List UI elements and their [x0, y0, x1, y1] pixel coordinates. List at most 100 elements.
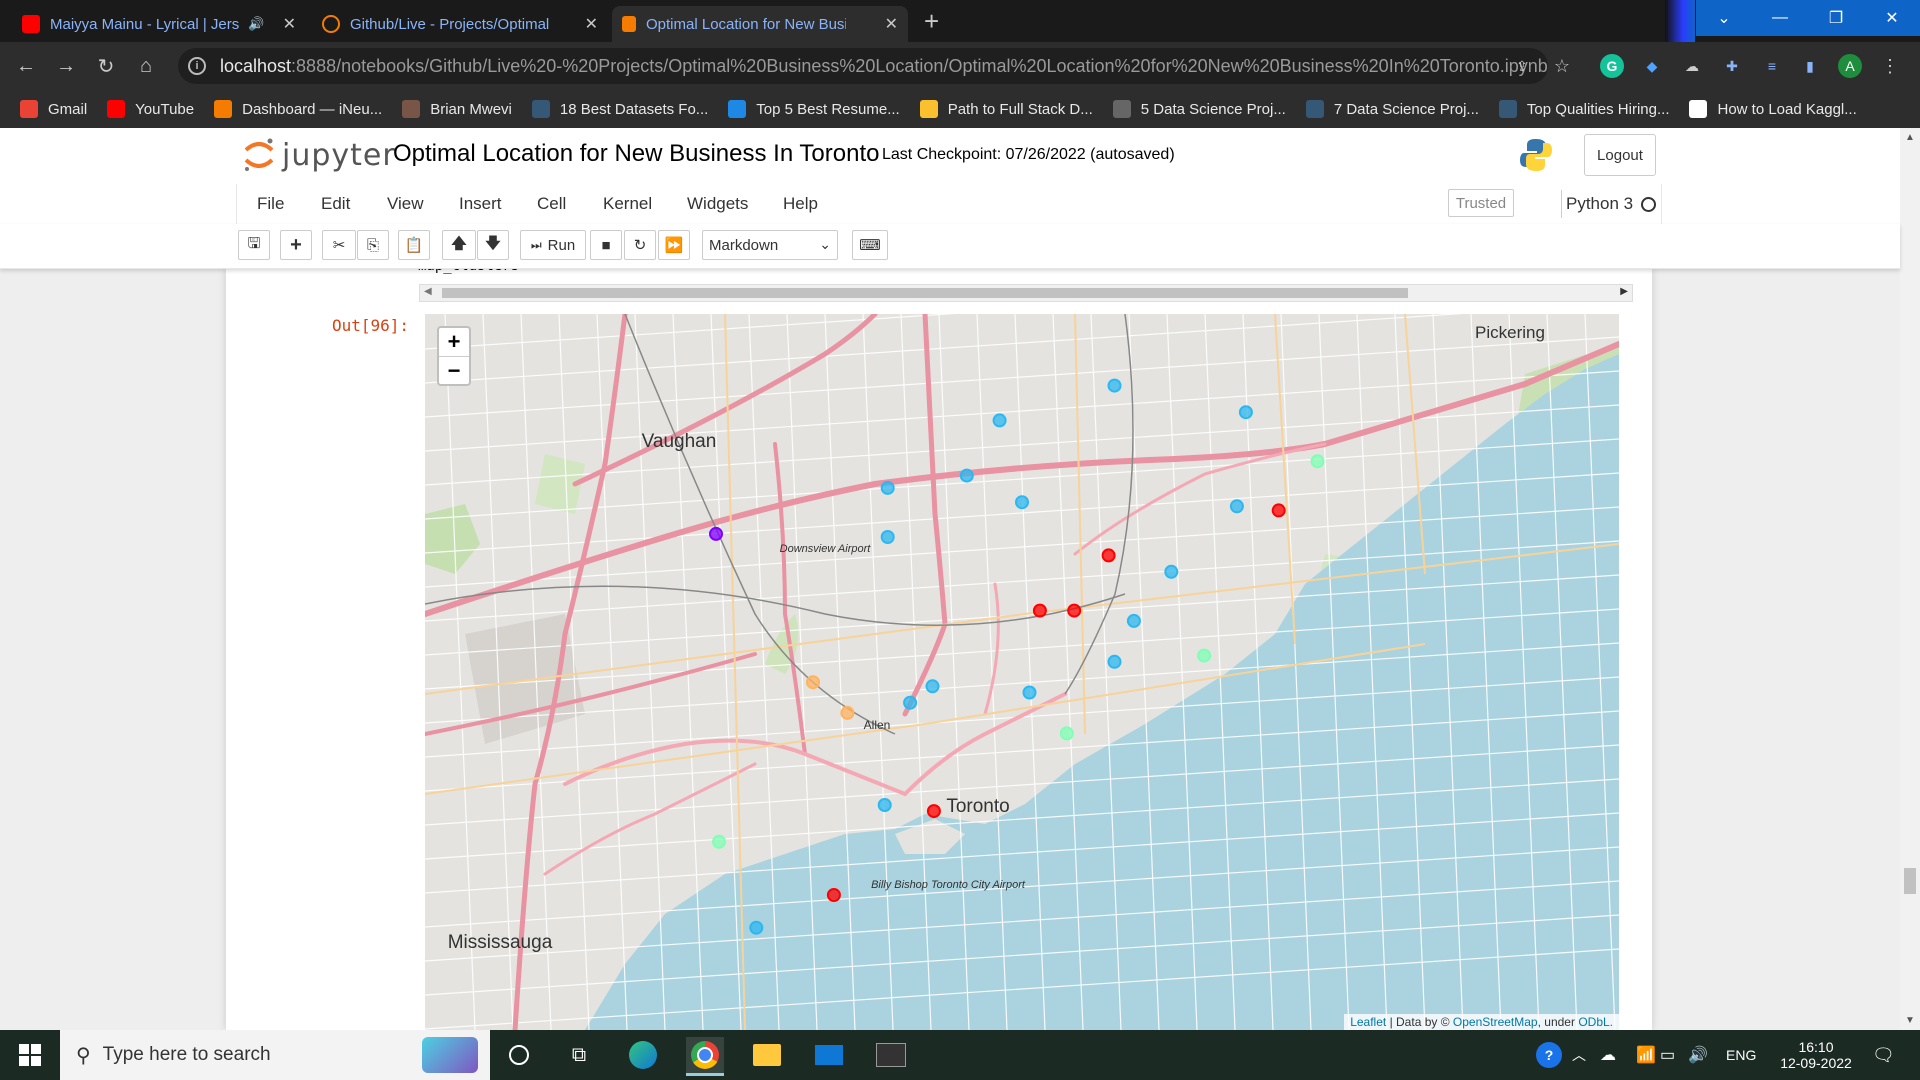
insert-cell-icon[interactable]: +	[280, 230, 312, 260]
start-button[interactable]	[0, 1030, 60, 1080]
logout-button[interactable]: Logout	[1584, 134, 1656, 176]
bookmark-item[interactable]: Top 5 Best Resume...	[728, 100, 900, 118]
taskbar-search[interactable]: ⚲ Type here to search	[60, 1030, 490, 1080]
cluster-marker-green[interactable]	[1310, 454, 1325, 469]
horizontal-scrollbar[interactable]: ◀ ▶	[419, 284, 1633, 302]
cell-type-select[interactable]: Markdown ⌄	[702, 230, 838, 260]
speaker-icon[interactable]: 🔊	[248, 16, 264, 32]
task-view-icon[interactable]: ⧉	[560, 1037, 598, 1073]
home-icon[interactable]: ⌂	[132, 52, 160, 80]
copy-icon[interactable]: ⎘	[357, 230, 389, 260]
menu-widgets[interactable]: Widgets	[687, 194, 748, 214]
menu-cell[interactable]: Cell	[537, 194, 566, 214]
close-tab-icon[interactable]: ✕	[885, 14, 898, 34]
notebook-title[interactable]: Optimal Location for New Business In Tor…	[393, 140, 879, 168]
media-control-icon[interactable]: ≡	[1760, 54, 1784, 78]
cluster-marker-blue[interactable]	[1022, 685, 1037, 700]
cluster-marker-red[interactable]	[1271, 503, 1286, 518]
scroll-down-icon[interactable]: ▼	[1905, 1015, 1915, 1026]
cluster-marker-blue[interactable]	[1229, 499, 1244, 514]
grammarly-icon[interactable]: G	[1600, 54, 1624, 78]
close-window-icon[interactable]: ✕	[1864, 0, 1920, 36]
terminal-icon[interactable]	[872, 1037, 910, 1073]
notebook-scroll-area[interactable]: map_clusters ◀ ▶ Out[96]:	[0, 268, 1900, 1030]
scroll-right-icon[interactable]: ▶	[1620, 286, 1628, 297]
side-panel-icon[interactable]: ▮	[1798, 54, 1822, 78]
bookmark-item[interactable]: 5 Data Science Proj...	[1112, 100, 1286, 118]
wifi-icon[interactable]: 📶	[1636, 1030, 1656, 1080]
onedrive-icon[interactable]: ☁	[1600, 1030, 1616, 1080]
map-tiles[interactable]: Vaughan Toronto Mississauga Pickering Downsv…	[425, 314, 1619, 1030]
menu-view[interactable]: View	[387, 194, 424, 214]
tab-github[interactable]: Github/Live - Projects/Optimal Business …	[312, 6, 608, 42]
reload-icon[interactable]: ↻	[92, 52, 120, 80]
extensions-puzzle-icon[interactable]: ✚	[1720, 54, 1744, 78]
cluster-marker-blue[interactable]	[1107, 654, 1122, 669]
cluster-marker-blue[interactable]	[1107, 378, 1122, 393]
bookmark-item[interactable]: Dashboard — iNeu...	[214, 100, 382, 118]
cluster-marker-blue[interactable]	[877, 798, 892, 812]
scroll-left-icon[interactable]: ◀	[424, 286, 432, 297]
cluster-marker-blue[interactable]	[1238, 405, 1253, 420]
bookmark-item[interactable]: 7 Data Science Proj...	[1305, 100, 1479, 118]
share-icon[interactable]: ⇪	[1510, 54, 1534, 78]
cluster-marker-green[interactable]	[712, 834, 726, 849]
zoom-in-button[interactable]: +	[439, 328, 469, 357]
menu-file[interactable]: File	[257, 194, 284, 214]
move-down-icon[interactable]: 🡇	[477, 230, 509, 260]
scroll-up-icon[interactable]: ▲	[1905, 132, 1915, 143]
forward-icon[interactable]: →	[52, 52, 80, 80]
restore-icon[interactable]: ❐	[1808, 0, 1864, 36]
search-highlight-icon[interactable]	[422, 1037, 478, 1073]
restart-run-all-icon[interactable]: ⏩	[658, 230, 690, 260]
close-tab-icon[interactable]: ✕	[283, 14, 296, 34]
run-button[interactable]: ⏭ Run	[520, 230, 586, 260]
keyboard-icon[interactable]: ⌨	[852, 230, 888, 260]
file-explorer-icon[interactable]	[748, 1037, 786, 1073]
horizontal-scroll-thumb[interactable]	[442, 288, 1408, 298]
kernel-name[interactable]: Python 3	[1566, 194, 1633, 214]
bookmark-item[interactable]: Path to Full Stack D...	[919, 100, 1093, 118]
help-icon[interactable]: ?	[1536, 1030, 1562, 1080]
bookmark-item[interactable]: How to Load Kaggl...	[1689, 100, 1857, 118]
cluster-marker-purple[interactable]	[709, 526, 723, 541]
profile-avatar[interactable]: A	[1838, 54, 1862, 78]
tab-search-icon[interactable]: ⌄	[1696, 0, 1752, 36]
extension-shield-icon[interactable]: ◆	[1640, 54, 1664, 78]
cluster-marker-blue[interactable]	[880, 480, 895, 495]
address-bar[interactable]: i localhost:8888/notebooks/Github/Live%2…	[178, 48, 1548, 84]
notifications-icon[interactable]: 🗨	[1872, 1030, 1895, 1080]
chrome-menu-icon[interactable]: ⋮	[1878, 54, 1902, 78]
leaflet-link[interactable]: Leaflet	[1350, 1015, 1386, 1029]
battery-icon[interactable]: ▭	[1660, 1030, 1675, 1080]
move-up-icon[interactable]: 🡅	[442, 230, 476, 260]
paste-icon[interactable]: 📋	[398, 230, 430, 260]
cortana-icon[interactable]	[500, 1037, 538, 1073]
clock[interactable]: 16:10 12-09-2022	[1770, 1030, 1862, 1080]
volume-icon[interactable]: 🔊	[1688, 1030, 1708, 1080]
cluster-marker-orange[interactable]	[806, 675, 820, 690]
cut-icon[interactable]: ✂	[322, 230, 356, 260]
cluster-marker-green[interactable]	[1197, 648, 1212, 663]
cluster-marker-red[interactable]	[1067, 603, 1082, 618]
tab-youtube[interactable]: Maiyya Mainu - Lyrical | Jersey 🔊 ✕	[12, 6, 306, 42]
cluster-marker-blue[interactable]	[1164, 564, 1179, 579]
cluster-marker-blue[interactable]	[959, 468, 974, 483]
chrome-taskbar-icon[interactable]	[686, 1037, 724, 1076]
zoom-out-button[interactable]: −	[439, 357, 469, 385]
bookmark-item[interactable]: Gmail	[20, 100, 87, 118]
bookmark-item[interactable]: YouTube	[107, 100, 194, 118]
cluster-marker-blue[interactable]	[1126, 613, 1141, 628]
menu-edit[interactable]: Edit	[321, 194, 350, 214]
cluster-marker-orange[interactable]	[840, 705, 855, 720]
cluster-marker-red[interactable]	[1032, 603, 1047, 618]
save-icon[interactable]: 🖫	[238, 230, 270, 260]
menu-help[interactable]: Help	[783, 194, 818, 214]
tab-optimal-location[interactable]: Optimal Location for New Business ✕	[612, 6, 908, 42]
menu-insert[interactable]: Insert	[459, 194, 502, 214]
cluster-marker-blue[interactable]	[903, 695, 918, 710]
mail-icon[interactable]	[810, 1037, 848, 1073]
folium-map[interactable]: Vaughan Toronto Mississauga Pickering Downsv…	[425, 314, 1619, 1030]
edge-icon[interactable]	[624, 1037, 662, 1073]
restart-icon[interactable]: ↻	[624, 230, 656, 260]
